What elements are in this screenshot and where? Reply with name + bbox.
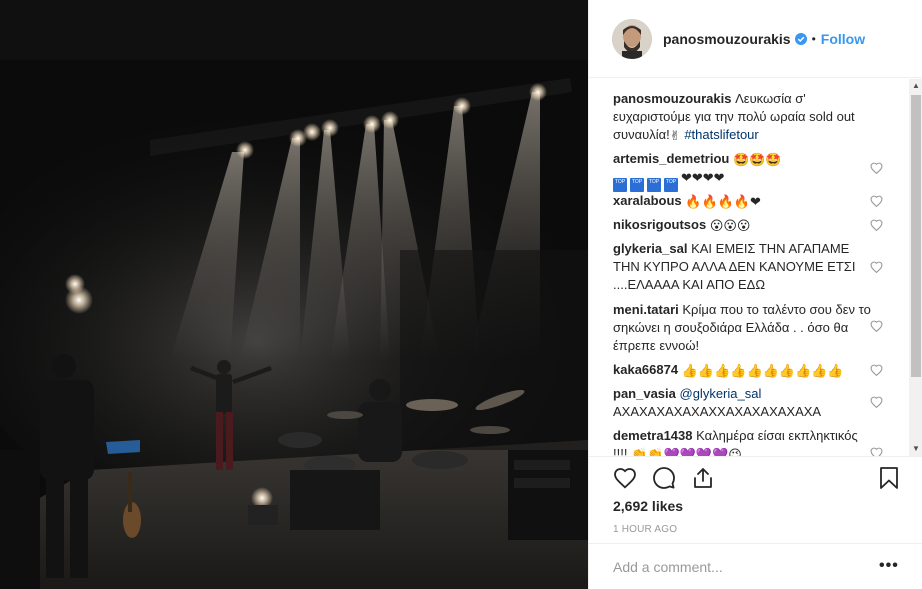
bookmark-icon[interactable] bbox=[877, 466, 901, 490]
comment-item: artemis_demetriou 🤩🤩🤩 TOP TOP TOP TOP ❤❤❤❤ bbox=[613, 150, 875, 192]
comment-item: nikosrigoutsos 😮😮😮 bbox=[613, 216, 875, 234]
like-comment-heart-icon[interactable] bbox=[870, 396, 883, 408]
comment-username[interactable]: glykeria_sal bbox=[613, 241, 687, 256]
like-comment-heart-icon[interactable] bbox=[870, 320, 883, 332]
heart-outline-icon[interactable] bbox=[613, 466, 637, 490]
header-username[interactable]: panosmouzourakis bbox=[663, 31, 791, 47]
comment-emoji: 😮😮😮 bbox=[709, 218, 751, 233]
comment-emoji: 👏👏💜💜💜💜😉 bbox=[631, 447, 742, 456]
top-badge-icon: TOP bbox=[630, 178, 644, 192]
like-comment-heart-icon[interactable] bbox=[870, 447, 883, 456]
avatar[interactable] bbox=[612, 18, 652, 59]
add-comment-input[interactable] bbox=[613, 557, 843, 577]
comment-item: demetra1438 Καλημέρα είσαι εκπληκτικός !… bbox=[613, 427, 875, 456]
scroll-up-icon[interactable]: ▲ bbox=[909, 79, 922, 93]
caption-hashtag[interactable]: #thatslifetour bbox=[684, 127, 758, 142]
top-badge-icon: TOP bbox=[647, 178, 661, 192]
like-comment-heart-icon[interactable] bbox=[870, 219, 883, 231]
comment-item: glykeria_sal ΚΑΙ ΕΜΕΙΣ ΤΗΝ ΑΓΑΠΑΜΕ ΤΗΝ Κ… bbox=[613, 240, 875, 294]
comment-emoji: ❤❤❤❤ bbox=[681, 170, 725, 185]
likes-count[interactable]: 2,692 likes bbox=[613, 498, 683, 514]
caption-username[interactable]: panosmouzourakis bbox=[613, 91, 731, 106]
comment-text: ΑΧΑΧΑΧΑΧΑΧΑΧΧΑΧΑΧΑΧΑΧΑΧΑ bbox=[613, 404, 822, 419]
post-timestamp[interactable]: 1 HOUR AGO bbox=[613, 524, 677, 535]
comment-item: kaka66874 👍👍👍👍👍👍👍👍👍👍 bbox=[613, 361, 875, 379]
top-badge-icon: TOP bbox=[664, 178, 678, 192]
post-header: panosmouzourakis • Follow bbox=[589, 0, 922, 78]
like-comment-heart-icon[interactable] bbox=[870, 261, 883, 273]
like-comment-heart-icon[interactable] bbox=[870, 364, 883, 376]
post-side-panel: panosmouzourakis • Follow panosmouzourak… bbox=[588, 0, 922, 589]
header-separator: • bbox=[811, 31, 816, 46]
avatar-image bbox=[612, 18, 652, 59]
add-comment-bar: ••• bbox=[589, 543, 922, 589]
comment-username[interactable]: meni.tatari bbox=[613, 302, 679, 317]
comment-item: xaralabous 🔥🔥🔥🔥❤ bbox=[613, 192, 875, 210]
comment-item: pan_vasia @glykeria_sal ΑΧΑΧΑΧΑΧΑΧΑΧΧΑΧΑ… bbox=[613, 385, 875, 421]
caption-emoji: ✌ bbox=[669, 128, 681, 143]
comment-username[interactable]: kaka66874 bbox=[613, 362, 678, 377]
more-options-icon[interactable]: ••• bbox=[879, 557, 899, 575]
comment-item: meni.tatari Κρίμα που το ταλέντο σου δεν… bbox=[613, 301, 875, 355]
comment-username[interactable]: artemis_demetriou bbox=[613, 151, 729, 166]
follow-button[interactable]: Follow bbox=[821, 31, 865, 47]
comment-emoji: 👍👍👍👍👍👍👍👍👍👍 bbox=[681, 363, 844, 378]
scroll-down-icon[interactable]: ▼ bbox=[909, 442, 922, 456]
concert-stage-photo bbox=[0, 0, 588, 589]
comment-username[interactable]: nikosrigoutsos bbox=[613, 217, 706, 232]
comment-username[interactable]: xaralabous bbox=[613, 193, 682, 208]
verified-badge-icon bbox=[794, 32, 807, 45]
comment-username[interactable]: pan_vasia bbox=[613, 386, 676, 401]
caption: panosmouzourakis Λευκωσία σ' ευχαριστούμ… bbox=[613, 90, 875, 144]
comment-emoji: 🤩🤩🤩 bbox=[732, 152, 782, 167]
share-icon[interactable] bbox=[691, 466, 715, 490]
comment-username[interactable]: demetra1438 bbox=[613, 428, 693, 443]
comments-list[interactable]: panosmouzourakis Λευκωσία σ' ευχαριστούμ… bbox=[589, 79, 922, 456]
comment-bubble-icon[interactable] bbox=[652, 466, 676, 490]
comments-scrollbar[interactable]: ▲ ▼ bbox=[909, 79, 922, 456]
like-comment-heart-icon[interactable] bbox=[870, 195, 883, 207]
top-badge-icon: TOP bbox=[613, 178, 627, 192]
comment-mention[interactable]: @glykeria_sal bbox=[680, 386, 762, 401]
comment-emoji: 🔥🔥🔥🔥❤ bbox=[685, 194, 761, 209]
scroll-thumb[interactable] bbox=[911, 95, 921, 377]
post-photo[interactable] bbox=[0, 0, 588, 589]
like-comment-heart-icon[interactable] bbox=[870, 162, 883, 174]
